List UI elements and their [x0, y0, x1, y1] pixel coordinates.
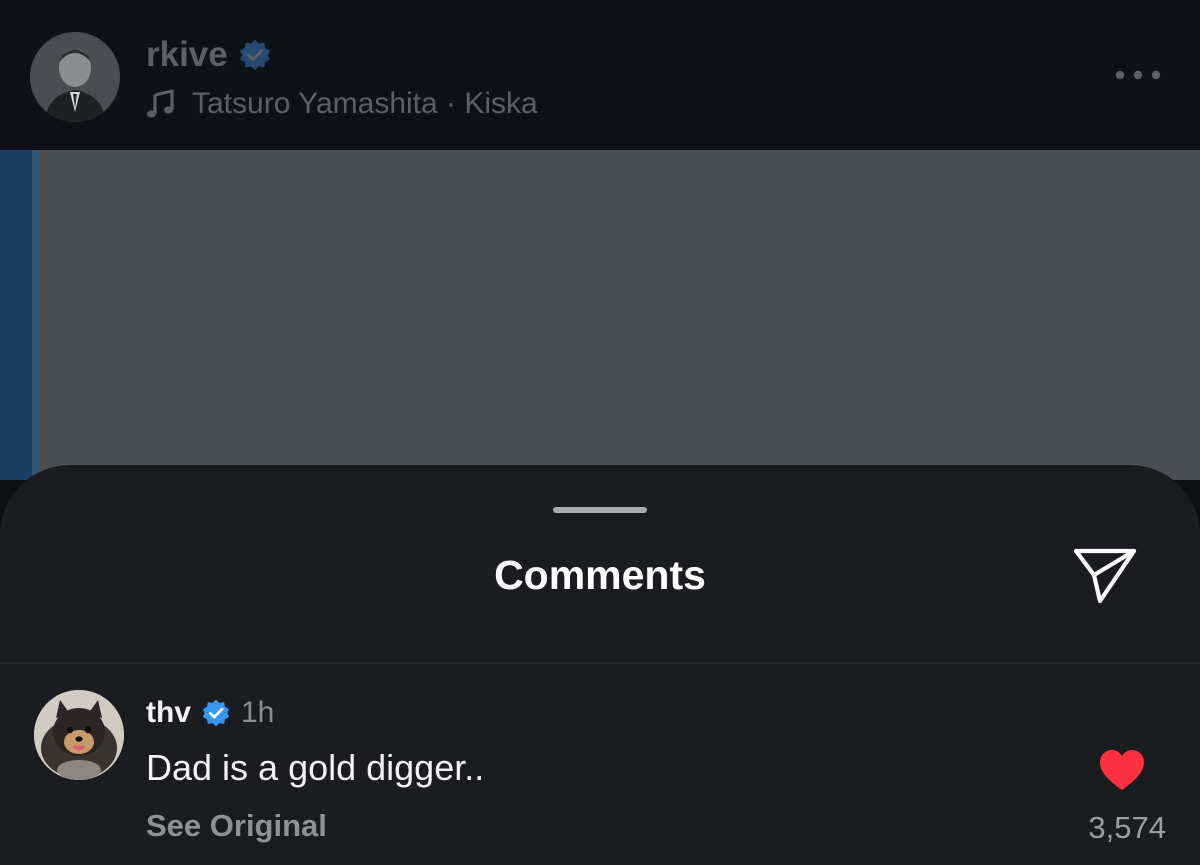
reel-screen: rkive Tatsuro Yamashita · Kiska Comments… [0, 0, 1200, 865]
sheet-drag-handle[interactable] [553, 507, 647, 513]
post-header: rkive Tatsuro Yamashita · Kiska [0, 0, 1200, 150]
more-options-button[interactable] [1110, 58, 1166, 92]
like-count: 3,574 [1088, 810, 1166, 845]
avatar-photo-icon [30, 32, 120, 122]
paper-plane-icon [1073, 548, 1137, 604]
share-button[interactable] [1070, 545, 1140, 609]
sheet-title: Comments [494, 552, 706, 598]
sheet-divider [0, 662, 1200, 664]
post-username[interactable]: rkive [146, 33, 228, 77]
verified-badge-icon [202, 699, 230, 727]
comment-avatar[interactable] [34, 690, 124, 780]
music-title: Tatsuro Yamashita · Kiska [192, 87, 538, 120]
post-username-row: rkive [146, 33, 272, 77]
comment-header: thv 1h [146, 693, 274, 733]
verified-badge-icon [239, 39, 270, 71]
music-note-icon [147, 89, 174, 118]
see-original-link[interactable]: See Original [146, 805, 327, 847]
post-avatar[interactable] [30, 32, 120, 122]
comment-username[interactable]: thv [146, 696, 191, 730]
heart-icon [1100, 750, 1144, 790]
more-horizontal-icon [1115, 70, 1161, 80]
comment-timestamp: 1h [241, 696, 275, 729]
like-button[interactable] [1098, 748, 1146, 792]
media-edge-highlight [32, 150, 40, 480]
reel-media[interactable] [0, 150, 1200, 480]
dog-photo-icon [34, 690, 124, 780]
comments-sheet: Comments thv 1h Dad is a gold digger.. S… [0, 465, 1200, 865]
comment-text: Dad is a gold digger.. [146, 747, 485, 788]
music-row[interactable]: Tatsuro Yamashita · Kiska [146, 84, 538, 124]
